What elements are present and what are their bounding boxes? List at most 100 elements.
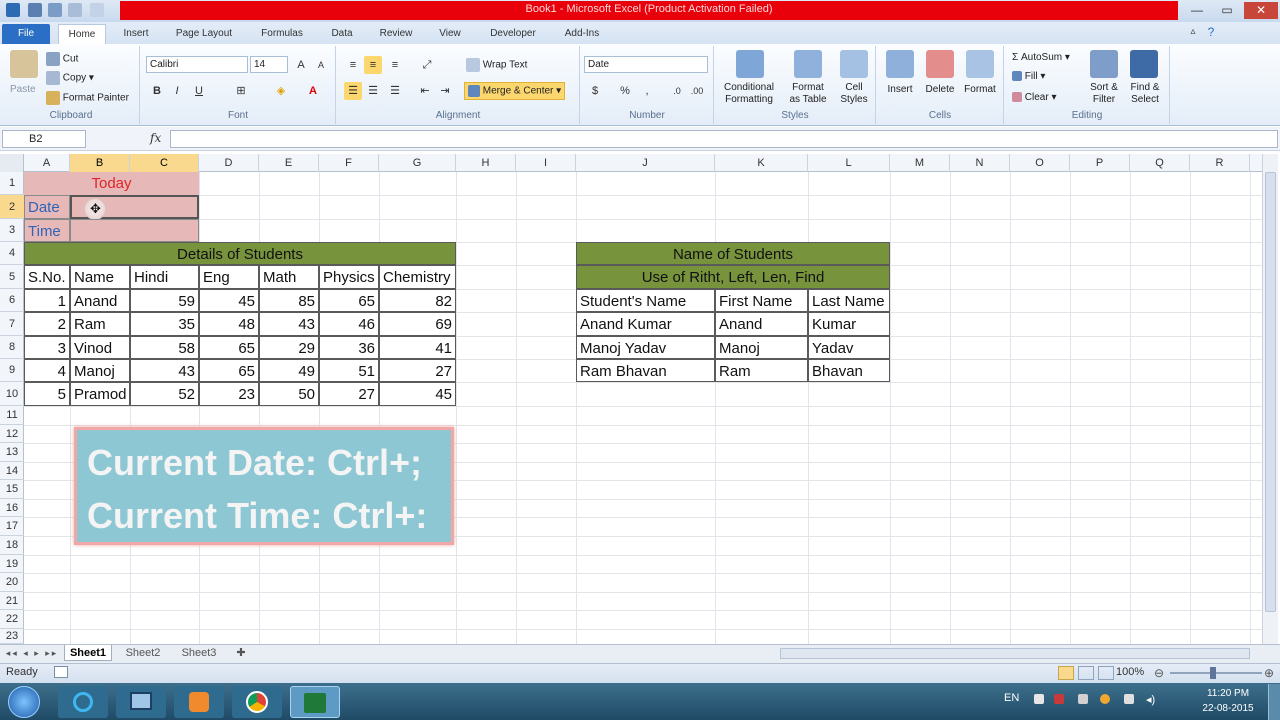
- clock-date[interactable]: 22-08-2015: [1198, 703, 1258, 714]
- row-header-21[interactable]: 21: [0, 592, 24, 610]
- table-cell[interactable]: Anand: [70, 289, 130, 312]
- format-as-table-button[interactable]: Format as Table: [782, 82, 834, 106]
- tab-review[interactable]: Review: [370, 24, 422, 44]
- sheet-nav-arrows-icon[interactable]: ◂◂ ◂ ▸ ▸▸: [4, 645, 60, 661]
- orientation-icon[interactable]: ⤢: [418, 56, 436, 74]
- delete-cells-icon[interactable]: [926, 50, 954, 78]
- header-eng[interactable]: Eng: [199, 265, 259, 289]
- tab-home[interactable]: Home: [58, 24, 106, 44]
- row-header-10[interactable]: 10: [0, 382, 24, 406]
- col-header-a[interactable]: A: [24, 154, 70, 172]
- normal-view-icon[interactable]: [1058, 666, 1074, 680]
- row-header-23[interactable]: 23: [0, 629, 24, 644]
- find-select-button[interactable]: Find & Select: [1124, 82, 1166, 106]
- row-header-17[interactable]: 17: [0, 517, 24, 536]
- row-header-22[interactable]: 22: [0, 610, 24, 629]
- col-header-g[interactable]: G: [379, 154, 456, 172]
- conditional-formatting-button[interactable]: Conditional Formatting: [716, 82, 782, 106]
- vertical-scrollbar[interactable]: [1262, 154, 1278, 644]
- cell-styles-button[interactable]: Cell Styles: [834, 82, 874, 106]
- undo-icon[interactable]: [48, 3, 62, 17]
- select-all-button[interactable]: [0, 154, 24, 172]
- table-cell[interactable]: Manoj: [70, 359, 130, 382]
- minimize-icon[interactable]: —: [1184, 2, 1210, 19]
- col-header-i[interactable]: I: [516, 154, 576, 172]
- table-cell[interactable]: 49: [259, 359, 319, 382]
- col-header-r[interactable]: R: [1190, 154, 1250, 172]
- insert-function-icon[interactable]: fx: [150, 131, 161, 145]
- tray-icon-3[interactable]: [1078, 694, 1088, 704]
- header-hindi[interactable]: Hindi: [130, 265, 199, 289]
- delete-cells-button[interactable]: Delete: [920, 84, 960, 95]
- zoom-in-icon[interactable]: ⊕: [1264, 666, 1274, 680]
- format-cells-button[interactable]: Format: [958, 84, 1002, 95]
- insert-sheet-icon[interactable]: ✚: [230, 645, 252, 661]
- format-as-table-icon[interactable]: [794, 50, 822, 78]
- table-cell[interactable]: 3: [24, 336, 70, 359]
- table-cell[interactable]: 59: [130, 289, 199, 312]
- chrome-icon[interactable]: [232, 686, 282, 718]
- accounting-icon[interactable]: $: [586, 82, 604, 100]
- tab-view[interactable]: View: [428, 24, 472, 44]
- row-header-3[interactable]: 3: [0, 219, 24, 242]
- table-cell[interactable]: 82: [379, 289, 456, 312]
- header-students-name[interactable]: Student's Name: [576, 289, 715, 312]
- align-left-icon[interactable]: ☰: [344, 82, 362, 100]
- table-cell[interactable]: 41: [379, 336, 456, 359]
- table-cell[interactable]: 48: [199, 312, 259, 336]
- tab-page-layout[interactable]: Page Layout: [166, 24, 242, 44]
- table-cell[interactable]: Ram: [70, 312, 130, 336]
- clock-time[interactable]: 11:20 PM: [1198, 688, 1258, 699]
- insert-cells-icon[interactable]: [886, 50, 914, 78]
- tray-icon-4[interactable]: [1100, 694, 1110, 704]
- customize-qat-icon[interactable]: [90, 3, 104, 17]
- header-sno[interactable]: S.No.: [24, 265, 70, 289]
- row-header-14[interactable]: 14: [0, 462, 24, 480]
- col-header-q[interactable]: Q: [1130, 154, 1190, 172]
- row-header-19[interactable]: 19: [0, 555, 24, 573]
- tray-icon-5[interactable]: [1124, 694, 1134, 704]
- col-header-e[interactable]: E: [259, 154, 319, 172]
- row-header-8[interactable]: 8: [0, 336, 24, 359]
- close-icon[interactable]: ✕: [1244, 2, 1278, 19]
- table-cell[interactable]: 58: [130, 336, 199, 359]
- percent-icon[interactable]: %: [616, 82, 634, 100]
- row-header-2[interactable]: 2: [0, 195, 24, 219]
- header-name[interactable]: Name: [70, 265, 130, 289]
- formula-input[interactable]: [170, 130, 1278, 148]
- tab-file[interactable]: File: [2, 24, 50, 44]
- col-header-h[interactable]: H: [456, 154, 516, 172]
- language-indicator[interactable]: EN: [1004, 692, 1019, 704]
- sort-filter-icon[interactable]: [1090, 50, 1118, 78]
- table-cell[interactable]: 65: [199, 359, 259, 382]
- table-cell[interactable]: Yadav: [808, 336, 890, 359]
- help-icon[interactable]: ?: [1198, 24, 1224, 41]
- table-cell[interactable]: 29: [259, 336, 319, 359]
- font-color-icon[interactable]: A: [304, 82, 322, 100]
- table-cell[interactable]: 45: [199, 289, 259, 312]
- align-right-icon[interactable]: ☰: [386, 82, 404, 100]
- grow-font-icon[interactable]: A: [292, 56, 310, 74]
- copy-button[interactable]: Copy ▾: [46, 71, 94, 85]
- name-box[interactable]: B2: [2, 130, 86, 148]
- tab-developer[interactable]: Developer: [480, 24, 546, 44]
- table-cell[interactable]: 23: [199, 382, 259, 406]
- fill-color-icon[interactable]: ◈: [272, 82, 290, 100]
- col-header-b[interactable]: B: [70, 154, 130, 172]
- table-cell[interactable]: 43: [259, 312, 319, 336]
- number-format-select[interactable]: Date: [584, 56, 708, 73]
- table-cell[interactable]: 43: [130, 359, 199, 382]
- row-header-9[interactable]: 9: [0, 359, 24, 382]
- tray-icon-1[interactable]: [1034, 694, 1044, 704]
- paste-icon[interactable]: [10, 50, 38, 78]
- tray-icon-2[interactable]: [1054, 694, 1064, 704]
- internet-explorer-icon[interactable]: [58, 686, 108, 718]
- decrease-indent-icon[interactable]: ⇤: [416, 82, 434, 100]
- find-select-icon[interactable]: [1130, 50, 1158, 78]
- col-header-m[interactable]: M: [890, 154, 950, 172]
- row-header-11[interactable]: 11: [0, 406, 24, 425]
- computer-icon[interactable]: [116, 686, 166, 718]
- start-button-icon[interactable]: [8, 686, 40, 718]
- zoom-slider[interactable]: [1170, 672, 1262, 674]
- scroll-thumb[interactable]: [1265, 172, 1276, 612]
